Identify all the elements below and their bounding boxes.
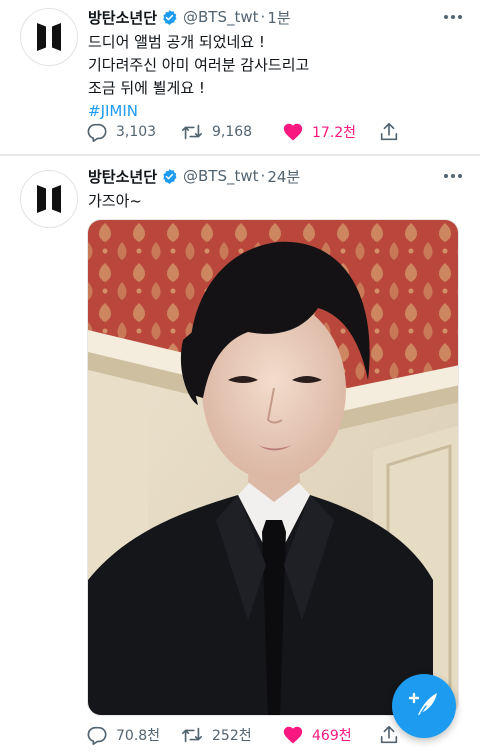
profile-avatar[interactable] (20, 8, 78, 66)
more-options-icon[interactable] (440, 166, 466, 186)
reply-icon (86, 121, 108, 143)
tweet-text: 가즈아~ (88, 190, 460, 213)
compose-tweet-icon (408, 688, 440, 724)
retweet-button[interactable]: 9,168 (180, 118, 252, 146)
tweet-text-line: 기다려주신 아미 여러분 감사드리고 (88, 56, 310, 74)
share-button[interactable] (378, 118, 400, 146)
more-options-icon[interactable] (440, 7, 466, 27)
heart-icon (282, 724, 304, 746)
tweet[interactable]: 방탄소년단 @BTS_twt · 24분 가즈아~ 70.8천 252천 469… (0, 156, 480, 753)
display-name[interactable]: 방탄소년단 (88, 166, 157, 187)
tweet-header: 방탄소년단 @BTS_twt · 1분 (88, 6, 440, 28)
profile-avatar[interactable] (20, 170, 78, 228)
share-button[interactable] (378, 721, 400, 749)
like-count: 17.2천 (312, 125, 357, 141)
tweet-text: 드디어 앨범 공개 되었네요 ! 기다려주신 아미 여러분 감사드리고 조금 뒤… (88, 31, 460, 123)
share-icon (378, 724, 400, 746)
tweet-photo[interactable] (87, 219, 459, 716)
retweet-count: 252천 (212, 728, 252, 744)
heart-icon (282, 121, 304, 143)
user-handle[interactable]: @BTS_twt (183, 8, 259, 26)
reply-button[interactable]: 70.8천 (86, 721, 160, 749)
tweet-actions: 3,103 9,168 17.2천 (86, 118, 462, 146)
tweet[interactable]: 방탄소년단 @BTS_twt · 1분 드디어 앨범 공개 되었네요 ! 기다려… (0, 0, 480, 154)
reply-count: 70.8천 (116, 728, 161, 744)
user-handle[interactable]: @BTS_twt (183, 167, 259, 185)
verified-badge-icon (161, 168, 178, 185)
retweet-icon (180, 724, 204, 746)
tweet-text-line: 드디어 앨범 공개 되었네요 ! (88, 33, 265, 51)
like-button[interactable]: 469천 (282, 721, 352, 749)
bts-logo-icon (37, 185, 61, 213)
separator-dot: · (260, 8, 266, 26)
reply-button[interactable]: 3,103 (86, 118, 156, 146)
display-name[interactable]: 방탄소년단 (88, 7, 157, 28)
tweet-timestamp[interactable]: 24분 (267, 166, 300, 187)
retweet-count: 9,168 (212, 124, 253, 140)
retweet-icon (180, 121, 204, 143)
reply-count: 3,103 (116, 124, 157, 140)
photo-image (88, 220, 458, 715)
retweet-button[interactable]: 252천 (180, 721, 252, 749)
tweet-text-line: 가즈아~ (88, 192, 142, 210)
bts-logo-icon (37, 23, 61, 51)
compose-tweet-button[interactable] (392, 674, 456, 738)
tweet-header: 방탄소년단 @BTS_twt · 24분 (88, 165, 440, 187)
like-button[interactable]: 17.2천 (282, 118, 356, 146)
like-count: 469천 (312, 728, 352, 744)
verified-badge-icon (161, 9, 178, 26)
reply-icon (86, 724, 108, 746)
tweet-timestamp[interactable]: 1분 (267, 7, 290, 28)
separator-dot: · (260, 167, 266, 185)
tweet-text-line: 조금 뒤에 뵐게요 ! (88, 79, 205, 97)
share-icon (378, 121, 400, 143)
